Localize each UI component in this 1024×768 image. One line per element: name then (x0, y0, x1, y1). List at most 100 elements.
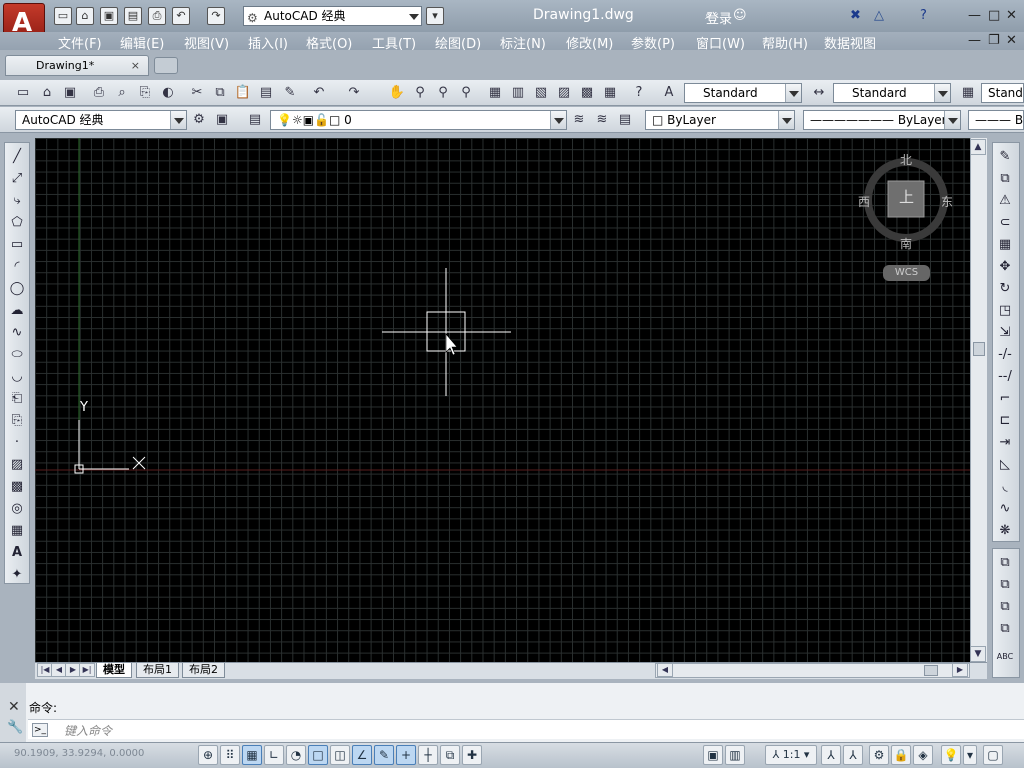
dynamic-input-icon[interactable]: + (396, 745, 416, 765)
3d-object-snap-icon[interactable]: ◫ (330, 745, 350, 765)
properties-icon[interactable]: ▦ (486, 84, 504, 102)
bring-above-icon[interactable]: ⧉ (996, 598, 1014, 616)
arc-icon[interactable]: ◜ (8, 258, 26, 276)
allow-ucs-icon[interactable]: ✎ (374, 745, 394, 765)
workspace-combo[interactable]: AutoCAD 经典 (15, 110, 187, 130)
layer-properties-icon[interactable]: ▤ (246, 111, 264, 129)
doc-minimize-icon[interactable]: — (968, 33, 981, 48)
viewcube-west-label[interactable]: 西 (858, 193, 870, 210)
layer-state-icon[interactable]: ▤ (616, 111, 634, 129)
3d-dwf-icon[interactable]: ◐ (159, 84, 177, 102)
transparency-icon[interactable]: ⧉ (440, 745, 460, 765)
gradient-icon[interactable]: ▩ (8, 478, 26, 496)
table-style-icon[interactable]: ▦ (959, 84, 977, 102)
quick-properties-icon[interactable]: ✚ (462, 745, 482, 765)
break-at-point-icon[interactable]: ⌐ (996, 390, 1014, 408)
scroll-left-icon[interactable]: ◀ (657, 663, 673, 677)
drawing-canvas[interactable]: Y 上 北 南 东 西 (35, 138, 970, 662)
plot-icon[interactable]: ⎙ (90, 84, 108, 102)
auto-scale-icon[interactable]: ⅄ (843, 745, 863, 765)
match-properties-icon[interactable]: ▤ (257, 84, 275, 102)
ellipse-icon[interactable]: ⬭ (8, 346, 26, 364)
tab-layout2[interactable]: 布局2 (182, 663, 225, 678)
workspace-switching-icon[interactable]: ⚙ (869, 745, 889, 765)
clean-screen-icon[interactable]: ▢ (983, 745, 1003, 765)
close-command-icon[interactable]: ✕ (8, 699, 20, 715)
multiline-text-icon[interactable]: A (8, 544, 26, 562)
table-icon[interactable]: ▦ (8, 522, 26, 540)
fillet-icon[interactable]: ◟ (996, 478, 1014, 496)
last-tab-icon[interactable]: ▶| (79, 663, 95, 677)
offset-icon[interactable]: ⊂ (996, 214, 1014, 232)
doc-close-icon[interactable]: ✕ (1006, 33, 1017, 48)
array-icon[interactable]: ▦ (996, 236, 1014, 254)
text-style-combo[interactable]: Standard (684, 83, 802, 103)
mirror-icon[interactable]: ⚠ (996, 192, 1014, 210)
copy-icon[interactable]: ⧉ (211, 84, 229, 102)
linetype-combo[interactable]: ——————— ByLayer (803, 110, 961, 130)
close-tab-icon[interactable]: × (131, 56, 140, 75)
horizontal-scrollbar[interactable] (655, 663, 970, 678)
qa-customize-icon[interactable]: ▾ (426, 7, 444, 25)
scroll-down-icon[interactable]: ▼ (970, 646, 986, 662)
color-combo[interactable]: □ ByLayer (645, 110, 795, 130)
chamfer-icon[interactable]: ◺ (996, 456, 1014, 474)
plot-preview-icon[interactable]: ⌕ (113, 84, 131, 102)
dim-style-icon[interactable]: ↔ (810, 84, 828, 102)
annotation-scale-button[interactable]: ⅄ 1:1 ▾ (765, 745, 817, 765)
break-icon[interactable]: ⊏ (996, 412, 1014, 430)
wcs-menu-button[interactable]: WCS (883, 265, 930, 281)
calculator-icon[interactable]: ▦ (601, 84, 619, 102)
coordinate-readout[interactable]: 90.1909, 33.9294, 0.0000 (14, 748, 144, 759)
ortho-mode-icon[interactable]: ∟ (264, 745, 284, 765)
undo-icon[interactable]: ↶ (172, 7, 190, 25)
ellipse-arc-icon[interactable]: ◡ (8, 368, 26, 386)
zoom-previous-icon[interactable]: ⚲ (457, 84, 475, 102)
cut-icon[interactable]: ✂ (188, 84, 206, 102)
trim-icon[interactable]: -/- (996, 346, 1014, 364)
layer-previous-icon[interactable]: ≋ (593, 111, 611, 129)
copy-object-icon[interactable]: ⧉ (996, 170, 1014, 188)
viewcube-north-label[interactable]: 北 (900, 151, 912, 168)
viewcube-east-label[interactable]: 东 (941, 193, 953, 210)
make-block-icon[interactable]: ⎘ (8, 412, 26, 430)
insert-block-icon[interactable]: ⎗ (8, 390, 26, 408)
help-icon[interactable]: ? (630, 84, 648, 102)
file-tab-drawing1[interactable]: Drawing1* × (5, 55, 149, 76)
command-prompt-icon[interactable]: >_ (32, 723, 48, 737)
text-front-icon[interactable]: ABC (996, 648, 1014, 666)
a360-icon[interactable]: △ (874, 8, 884, 23)
save-as-icon[interactable]: ▤ (124, 7, 142, 25)
save-icon[interactable]: ▣ (100, 7, 118, 25)
rectangle-icon[interactable]: ▭ (8, 236, 26, 254)
publish-icon[interactable]: ⎘ (136, 84, 154, 102)
quick-view-layouts-icon[interactable]: ▥ (725, 745, 745, 765)
doc-restore-icon[interactable]: ❐ (988, 33, 1000, 48)
exchange-icon[interactable]: ✖ (850, 8, 861, 23)
scale-icon[interactable]: ◳ (996, 302, 1014, 320)
restore-icon[interactable]: □ (988, 8, 1000, 23)
grid-display-icon[interactable]: ▦ (242, 745, 262, 765)
construction-line-icon[interactable]: ⤢ (8, 170, 26, 188)
explode-icon[interactable]: ❋ (996, 522, 1014, 540)
polar-tracking-icon[interactable]: ◔ (286, 745, 306, 765)
snap-mode-icon[interactable]: ⠿ (220, 745, 240, 765)
model-space-icon[interactable]: ▣ (703, 745, 723, 765)
login-button[interactable]: 登录 (706, 8, 732, 27)
table-style-combo[interactable]: Standa (981, 83, 1024, 103)
spline-icon[interactable]: ∿ (8, 324, 26, 342)
user-icon[interactable]: ☺ (733, 8, 747, 23)
vertical-scroll-thumb[interactable] (973, 342, 985, 356)
sheet-set-icon[interactable]: ▨ (555, 84, 573, 102)
annotation-visibility-icon[interactable]: ⅄ (821, 745, 841, 765)
revision-cloud-icon[interactable]: ☁ (8, 302, 26, 320)
markup-icon[interactable]: ▩ (578, 84, 596, 102)
lock-ui-icon[interactable]: 🔒 (891, 745, 911, 765)
save-icon[interactable]: ▣ (61, 84, 79, 102)
status-menu-icon[interactable]: ▾ (963, 745, 977, 765)
design-center-icon[interactable]: ▥ (509, 84, 527, 102)
stretch-icon[interactable]: ⇲ (996, 324, 1014, 342)
close-icon[interactable]: ✕ (1006, 8, 1017, 23)
blend-curves-icon[interactable]: ∿ (996, 500, 1014, 518)
wrench-icon[interactable]: 🔧 (7, 720, 23, 735)
